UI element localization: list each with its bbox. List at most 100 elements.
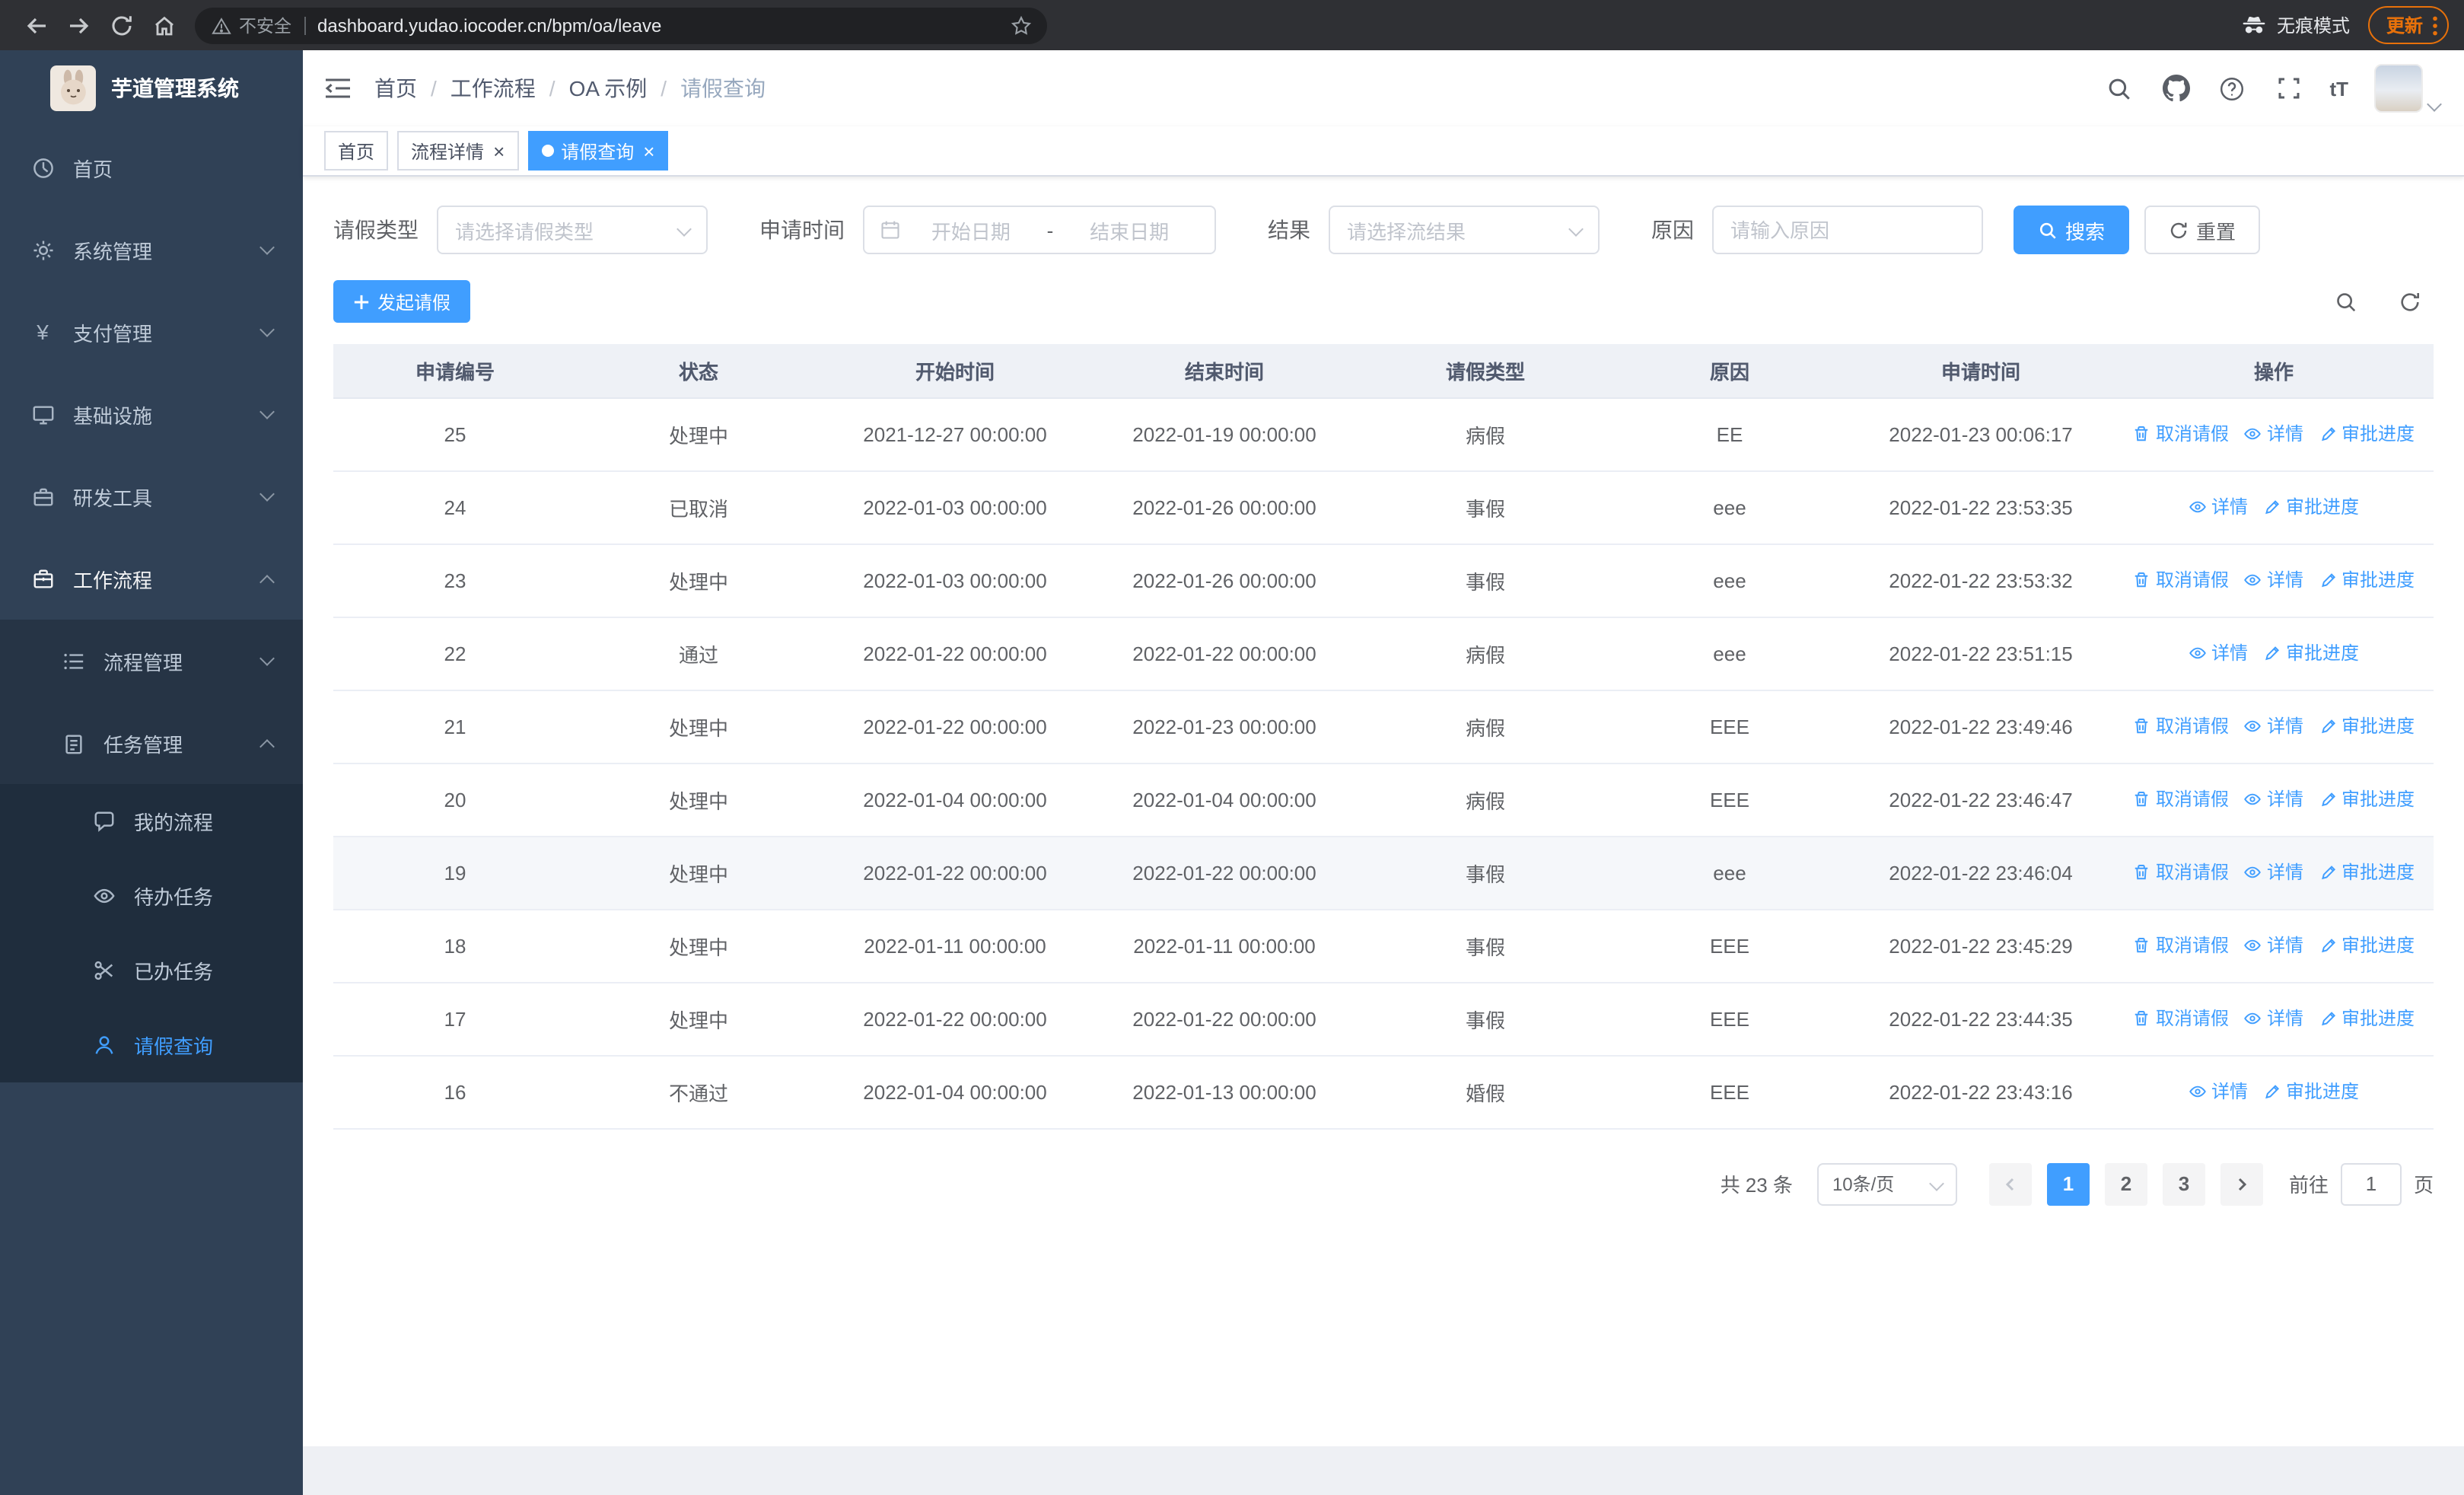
cell-applied: 2022-01-22 23:49:46 [1848,690,2114,763]
forward-icon[interactable] [58,4,100,46]
detail-action-link[interactable]: 详情 [2244,567,2303,593]
detail-action-link[interactable]: 详情 [2244,859,2303,885]
cancel-action-link[interactable]: 取消请假 [2133,932,2229,958]
address-bar[interactable]: 不安全 dashboard.yudao.iocoder.cn/bpm/oa/le… [195,7,1047,43]
bookmark-star-icon[interactable] [1004,8,1038,42]
page-button-1[interactable]: 1 [2046,1162,2090,1205]
cell-end: 2022-01-26 00:00:00 [1090,470,1359,544]
goto-page-input[interactable] [2340,1162,2402,1205]
cancel-action-link[interactable]: 取消请假 [2133,567,2229,593]
progress-action-link[interactable]: 审批进度 [2263,640,2359,666]
sidebar-item-process-mgmt[interactable]: 流程管理 [0,620,303,702]
progress-action-link[interactable]: 审批进度 [2319,786,2415,812]
cell-reason: eee [1612,543,1848,617]
sidebar-item-payment[interactable]: ¥ 支付管理 [0,291,303,373]
sidebar-item-todo-tasks[interactable]: 待办任务 [0,859,303,933]
progress-action-link[interactable]: 审批进度 [2319,859,2415,885]
sidebar-item-home[interactable]: 首页 [0,126,303,209]
sidebar-item-label: 系统管理 [73,240,153,263]
help-icon[interactable] [2217,73,2247,104]
search-icon[interactable] [2104,73,2135,104]
prev-page-button[interactable] [1988,1162,2032,1205]
edit-icon [2319,425,2337,443]
cell-applied: 2022-01-22 23:53:32 [1848,543,2114,617]
sidebar-item-infra[interactable]: 基础设施 [0,373,303,455]
progress-action-link[interactable]: 审批进度 [2319,421,2415,447]
app-logo[interactable]: 芋道管理系统 [0,50,303,126]
avatar[interactable] [2374,64,2423,113]
leave-type-select[interactable]: 请选择请假类型 [437,206,708,254]
tab-leave-query[interactable]: 请假查询 × [527,131,669,171]
detail-action-link[interactable]: 详情 [2244,932,2303,958]
tab-process-detail[interactable]: 流程详情 × [397,131,519,171]
detail-action-link[interactable]: 详情 [2244,713,2303,739]
progress-action-link[interactable]: 审批进度 [2319,932,2415,958]
sidebar-item-done-tasks[interactable]: 已办任务 [0,933,303,1008]
page-button-3[interactable]: 3 [2162,1162,2205,1205]
sidebar-item-label: 工作流程 [73,569,153,591]
progress-action-link[interactable]: 审批进度 [2319,713,2415,739]
detail-action-link[interactable]: 详情 [2189,494,2248,520]
page-size-select[interactable]: 10条/页 [1816,1162,1957,1205]
sidebar-item-task-mgmt[interactable]: 任务管理 [0,702,303,784]
home-icon[interactable] [143,4,186,46]
end-date-placeholder[interactable]: 结束日期 [1059,215,1199,244]
tab-close-icon[interactable]: × [493,141,505,161]
tab-home[interactable]: 首页 [324,131,389,171]
edit-icon [2263,644,2281,662]
sidebar-item-leave-query[interactable]: 请假查询 [0,1008,303,1082]
detail-action-link[interactable]: 详情 [2189,1079,2248,1105]
tab-close-icon[interactable]: × [643,141,654,161]
sidebar-item-my-process[interactable]: 我的流程 [0,784,303,859]
github-icon[interactable] [2160,73,2191,104]
font-size-icon[interactable]: tT [2329,77,2348,100]
sidebar-item-workflow[interactable]: 工作流程 [0,537,303,620]
update-button[interactable]: 更新 [2367,6,2449,44]
start-date-placeholder[interactable]: 开始日期 [901,215,1041,244]
home-icon [30,155,55,180]
back-icon[interactable] [15,4,58,46]
progress-action-link[interactable]: 审批进度 [2263,494,2359,520]
breadcrumb-item[interactable]: 工作流程 [450,73,536,104]
create-leave-button[interactable]: 发起请假 [333,280,471,323]
reload-icon[interactable] [100,4,143,46]
cancel-action-link[interactable]: 取消请假 [2133,859,2229,885]
search-toggle-icon[interactable] [2327,283,2364,320]
progress-action-link[interactable]: 审批进度 [2319,567,2415,593]
cancel-action-link[interactable]: 取消请假 [2133,1006,2229,1031]
fullscreen-icon[interactable] [2273,73,2303,104]
leave-table-body: 25 处理中 2021-12-27 00:00:00 2022-01-19 00:00… [333,397,2434,1129]
breadcrumb-item[interactable]: OA 示例 [569,73,648,104]
next-page-button[interactable] [2220,1162,2263,1205]
cancel-action-link[interactable]: 取消请假 [2133,786,2229,812]
page-buttons: 123 [2039,1162,2213,1205]
browser-menu-icon[interactable] [2432,14,2438,36]
cancel-action-link[interactable]: 取消请假 [2133,421,2229,447]
progress-action-link[interactable]: 审批进度 [2319,1006,2415,1031]
user-menu[interactable] [2374,64,2442,113]
tab-active-dot [541,145,554,157]
page-content: 请假类型 请选择请假类型 申请时间 开始日期 - 结束日期 结果 请选择流结果 … [303,177,2464,1446]
apply-time-range-picker[interactable]: 开始日期 - 结束日期 [863,206,1216,254]
cell-end: 2022-01-23 00:00:00 [1090,690,1359,763]
cell-id: 19 [333,836,577,910]
sidebar-item-system[interactable]: 系统管理 [0,209,303,291]
detail-action-link[interactable]: 详情 [2244,421,2303,447]
cancel-action-link[interactable]: 取消请假 [2133,713,2229,739]
detail-action-link[interactable]: 详情 [2244,1006,2303,1031]
breadcrumb-item[interactable]: 首页 [374,73,417,104]
refresh-icon[interactable] [2391,283,2427,320]
search-button[interactable]: 搜索 [2014,206,2130,254]
detail-action-link[interactable]: 详情 [2244,786,2303,812]
collapse-sidebar-icon[interactable] [324,76,352,100]
reset-button[interactable]: 重置 [2144,206,2261,254]
security-chip[interactable]: 不安全 [212,13,291,37]
detail-action-link[interactable]: 详情 [2189,640,2248,666]
page-button-2[interactable]: 2 [2104,1162,2147,1205]
reason-input[interactable] [1712,206,1983,254]
url-text[interactable]: dashboard.yudao.iocoder.cn/bpm/oa/leave [317,14,1004,36]
progress-action-link[interactable]: 审批进度 [2263,1079,2359,1105]
result-select[interactable]: 请选择流结果 [1329,206,1600,254]
sidebar-item-devtools[interactable]: 研发工具 [0,455,303,537]
logo-avatar [50,65,96,111]
